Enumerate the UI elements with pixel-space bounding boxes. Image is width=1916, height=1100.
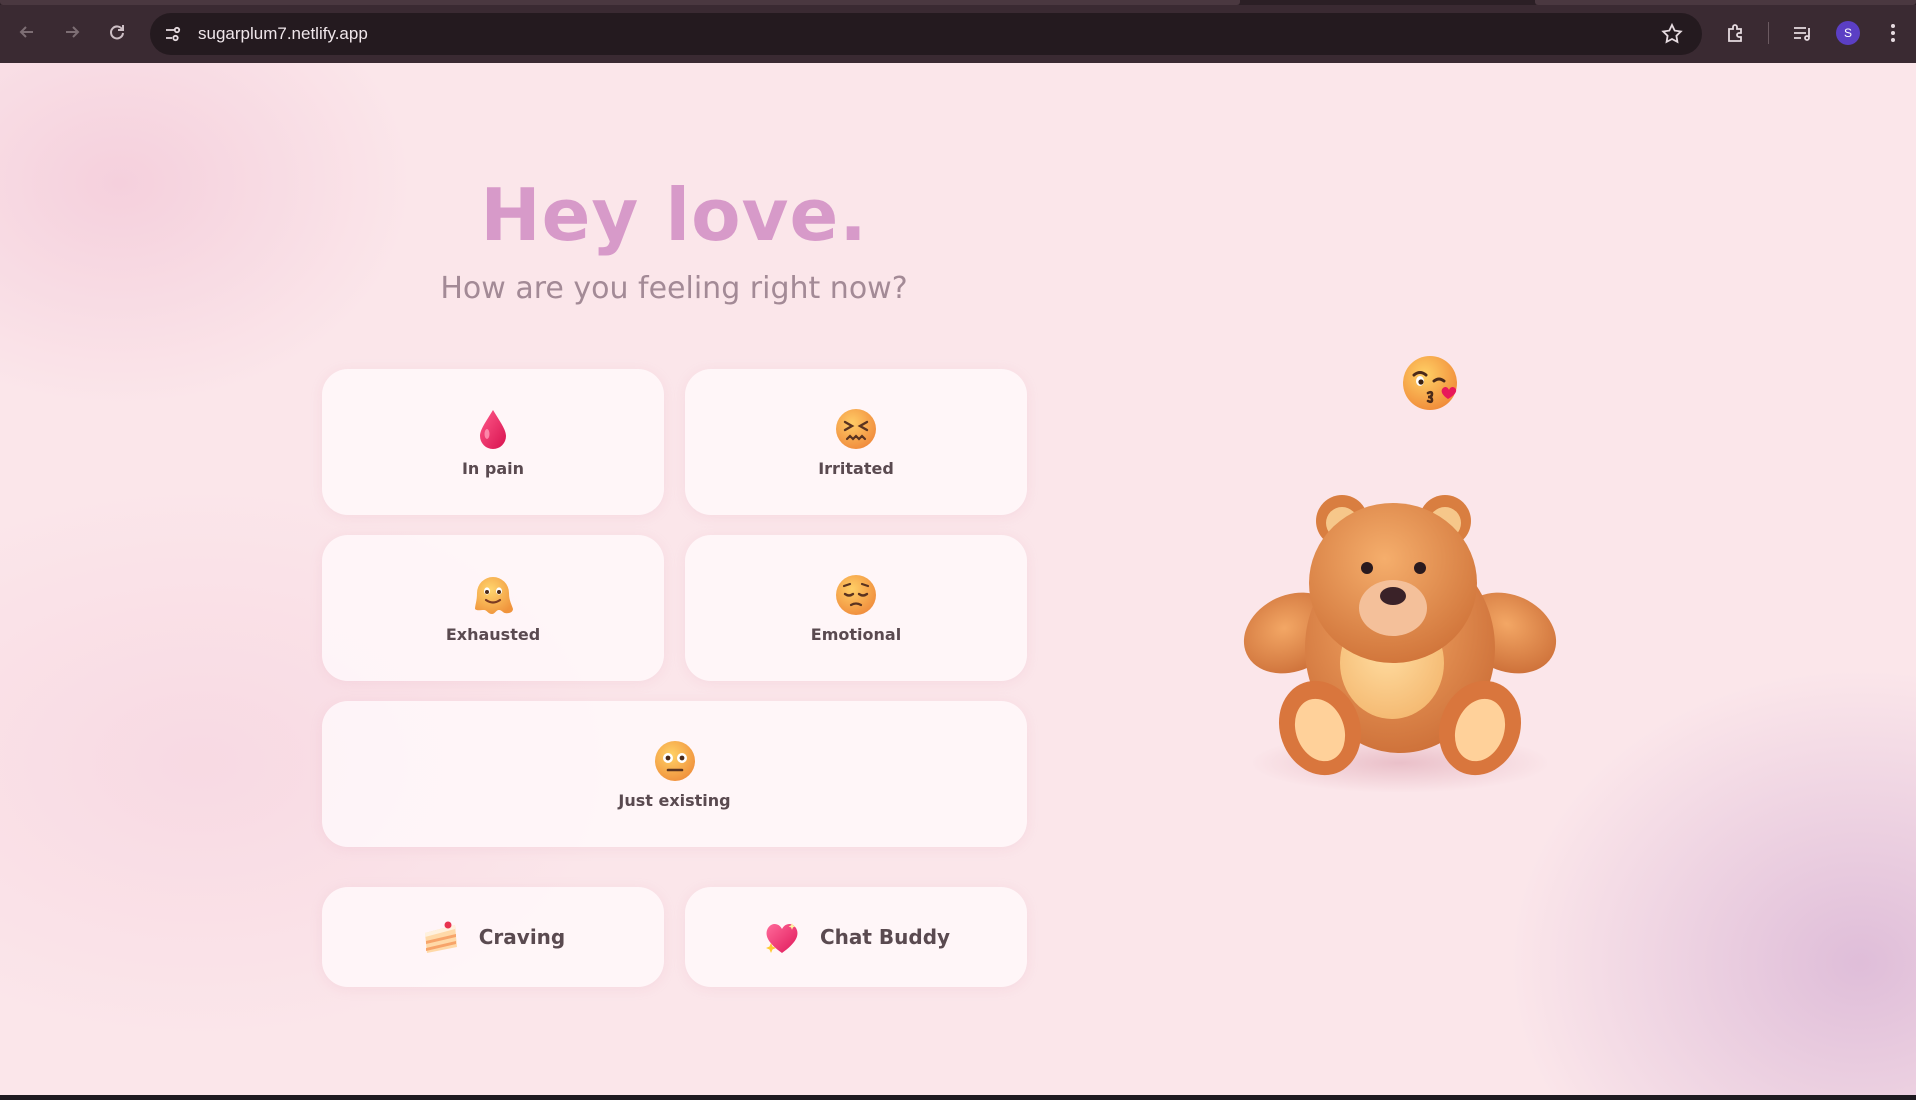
mood-label: Emotional bbox=[810, 624, 902, 644]
media-controls-icon bbox=[1794, 27, 1810, 41]
mood-card-in-pain[interactable]: In pain bbox=[322, 369, 664, 515]
bottom-edge bbox=[0, 1095, 1916, 1100]
browser-toolbar: sugarplum7.netlify.app S bbox=[0, 0, 1916, 63]
bookmark-star-icon[interactable] bbox=[1660, 22, 1684, 46]
chat-buddy-button[interactable]: Chat Buddy bbox=[685, 887, 1027, 987]
blood-drop-icon bbox=[480, 409, 506, 449]
media-controls-button[interactable] bbox=[1788, 19, 1816, 47]
reload-button[interactable] bbox=[102, 17, 132, 47]
forward-button[interactable] bbox=[57, 17, 87, 47]
page-content: Hey love. How are you feeling right now?… bbox=[0, 63, 1916, 1095]
back-button[interactable] bbox=[12, 17, 42, 47]
craving-button[interactable]: Craving bbox=[322, 887, 664, 987]
sparkling-heart-icon bbox=[765, 923, 798, 953]
toolbar-separator bbox=[1768, 22, 1769, 44]
melting-face-icon bbox=[475, 576, 513, 614]
mood-card-exhausted[interactable]: Exhausted bbox=[322, 535, 664, 681]
reload-icon bbox=[110, 25, 124, 40]
extensions-icon bbox=[1728, 24, 1742, 42]
mood-label: Exhausted bbox=[445, 624, 541, 644]
teddy-bear-icon bbox=[1243, 495, 1557, 793]
mood-card-emotional[interactable]: Emotional bbox=[685, 535, 1027, 681]
cake-slice-icon bbox=[424, 921, 457, 953]
address-bar[interactable]: sugarplum7.netlify.app bbox=[150, 13, 1702, 55]
profile-avatar[interactable]: S bbox=[1836, 21, 1860, 45]
flat-mouth-face-icon bbox=[654, 740, 695, 781]
back-icon bbox=[19, 26, 33, 38]
page-subtitle: How are you feeling right now? bbox=[440, 271, 908, 306]
url-text[interactable]: sugarplum7.netlify.app bbox=[198, 24, 368, 44]
page-title: Hey love. bbox=[480, 173, 868, 257]
chat-buddy-label: Chat Buddy bbox=[819, 925, 951, 949]
craving-label: Craving bbox=[478, 925, 566, 949]
more-menu-icon bbox=[1891, 24, 1895, 42]
mood-card-irritated[interactable]: Irritated bbox=[685, 369, 1027, 515]
mood-label: Just existing bbox=[618, 790, 731, 810]
mood-card-just-existing[interactable]: Just existing bbox=[322, 701, 1027, 847]
mood-label: Irritated bbox=[818, 458, 894, 478]
mood-label: In pain bbox=[461, 458, 525, 478]
tab-strip bbox=[0, 0, 1916, 5]
confounded-face-icon bbox=[836, 408, 876, 449]
pensive-face-icon bbox=[836, 574, 876, 615]
extensions-button[interactable] bbox=[1722, 19, 1750, 47]
site-info-icon bbox=[166, 26, 181, 42]
site-info-button[interactable] bbox=[158, 19, 188, 49]
forward-icon bbox=[66, 26, 80, 38]
more-menu-button[interactable] bbox=[1879, 19, 1907, 47]
